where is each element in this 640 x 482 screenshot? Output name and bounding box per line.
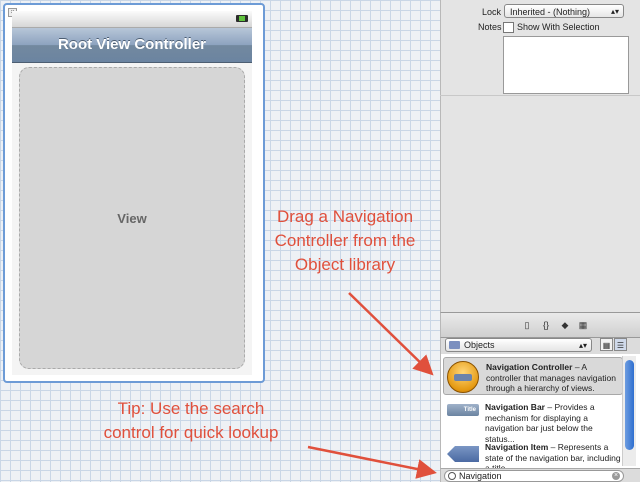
library-item-navigation-bar[interactable]: Title Navigation Bar – Provides a mechan… [443,398,623,444]
file-icon[interactable]: ▯ [521,320,533,330]
lock-popup[interactable]: Inherited - (Nothing) ▴▾ [504,4,624,18]
library-list[interactable]: Navigation Controller – A controller tha… [440,354,640,468]
tip-line-1: Tip: Use the search [117,399,265,418]
list-view-icon[interactable]: ☰ [614,338,627,351]
search-icon [448,472,456,480]
library-tabs: ▯ {} ◆ ▦ [440,312,640,338]
drag-instruction: Drag a Navigation Controller from the Ob… [260,205,430,277]
library-scrollbar[interactable] [622,356,636,466]
library-item-navigation-item[interactable]: Navigation Item – Represents a state of … [443,438,623,468]
lock-label: Lock [482,7,502,17]
drag-line-3: Object library [294,255,396,274]
tip-instruction: Tip: Use the search control for quick lo… [96,397,286,445]
notes-textarea[interactable] [503,36,629,94]
library-item-name: Navigation Controller [486,362,573,372]
battery-icon [236,15,248,22]
view-area[interactable]: View [12,63,252,375]
navigation-item-icon [447,446,479,462]
folder-icon [449,341,460,349]
arrow-to-navigation-controller [348,292,434,376]
notes-label: Notes [478,22,502,32]
library-filter-popup[interactable]: Objects ▴▾ [445,338,592,352]
navigation-bar-icon: Title [447,404,479,416]
braces-icon[interactable]: {} [540,320,552,330]
scroll-thumb[interactable] [625,360,634,450]
lock-value: Inherited - (Nothing) [510,7,591,17]
inspector-divider [440,95,640,96]
navigation-controller-icon [447,361,479,393]
view-placeholder[interactable]: View [19,67,245,369]
grid-view-icon[interactable]: ▦ [600,338,613,351]
search-input[interactable]: Navigation × [444,470,624,482]
show-with-selection-checkbox[interactable] [503,22,514,33]
drag-line-2: Controller from the [274,231,416,250]
library-item-navigation-controller[interactable]: Navigation Controller – A controller tha… [443,357,623,395]
media-icon[interactable]: ▦ [577,320,589,330]
status-bar [12,11,252,28]
popup-arrows-icon: ▴▾ [610,7,619,16]
view-label: View [117,210,147,226]
library-item-text: Navigation Item – Represents a state of … [485,442,621,468]
popup-arrows-icon: ▴▾ [578,341,587,350]
library-item-name: Navigation Bar [485,402,545,412]
library-item-name: Navigation Item [485,442,549,452]
search-value: Navigation [459,471,502,481]
clear-icon[interactable]: × [612,472,620,480]
navigation-bar[interactable]: Root View Controller [12,28,252,63]
tip-line-2: control for quick lookup [103,423,279,442]
drag-line-1: Drag a Navigation [276,207,414,226]
library-filter-value: Objects [464,340,495,350]
cube-icon[interactable]: ◆ [559,320,571,330]
arrow-to-search [307,445,437,479]
library-item-text: Navigation Controller – A controller tha… [486,362,622,394]
show-with-selection-label: Show With Selection [517,22,600,32]
